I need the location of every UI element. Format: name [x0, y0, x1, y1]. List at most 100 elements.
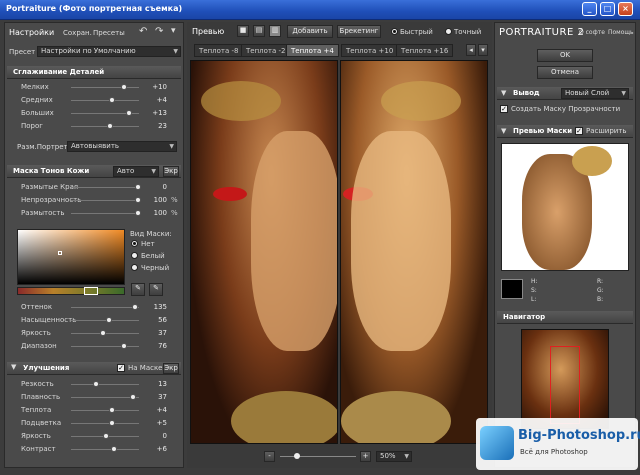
skin-color-picker[interactable]	[17, 229, 125, 285]
tab-next-icon[interactable]: ▾	[478, 44, 488, 56]
slider-track[interactable]	[71, 346, 139, 347]
portrait-size-select[interactable]: Автовыявить ▼	[67, 141, 177, 152]
hue-range-marker[interactable]	[84, 287, 98, 295]
slider-value[interactable]: 76	[143, 342, 167, 350]
about-link[interactable]: О софте	[579, 29, 605, 36]
slider-track[interactable]	[71, 307, 139, 308]
collapse-triangle-icon[interactable]: ▼	[501, 127, 506, 135]
slider-track[interactable]	[71, 397, 139, 398]
slider-knob[interactable]	[135, 197, 141, 203]
preset-select[interactable]: Настройки по Умолчанию ▼	[37, 46, 181, 57]
slider-value[interactable]: +4	[143, 406, 167, 414]
redo-icon[interactable]: ↷	[155, 26, 163, 37]
eyedropper-minus-icon[interactable]: ✎	[149, 283, 163, 296]
slider-knob[interactable]	[129, 394, 136, 400]
ok-button[interactable]: OK	[537, 49, 593, 62]
preview-image-after[interactable]	[340, 60, 488, 444]
preview-image-before[interactable]	[190, 60, 338, 444]
zoom-slider[interactable]	[280, 456, 356, 457]
zoom-select[interactable]: 50% ▼	[376, 451, 412, 462]
tab-preview-2[interactable]: Теплота +4	[286, 44, 339, 57]
mask-preview-image[interactable]	[501, 143, 629, 271]
slider-value[interactable]: +10	[143, 83, 167, 91]
slider-value[interactable]: 100	[143, 196, 167, 204]
minimize-button[interactable]: _	[582, 2, 597, 16]
create-mask-checkbox[interactable]: ✓	[500, 105, 508, 113]
single-view-icon[interactable]: ■	[237, 25, 249, 37]
slider-value[interactable]: +6	[143, 445, 167, 453]
tab-prev-icon[interactable]: ◂	[466, 44, 476, 56]
collapse-triangle-icon[interactable]: ▼	[11, 363, 16, 371]
slider-value[interactable]: 37	[143, 329, 167, 337]
menu-chevron-icon[interactable]: ▾	[171, 26, 176, 36]
collapse-triangle-icon[interactable]: ▼	[501, 89, 506, 97]
slider-value[interactable]: 0	[143, 183, 167, 191]
slider-value[interactable]: 37	[143, 393, 167, 401]
add-button[interactable]: Добавить	[287, 25, 333, 38]
zoom-slider-knob[interactable]	[294, 453, 300, 459]
navigator-viewport[interactable]	[550, 346, 580, 424]
slider-value[interactable]: 135	[143, 303, 167, 311]
cancel-button[interactable]: Отмена	[537, 66, 593, 79]
expand-checkbox[interactable]: ✓	[575, 127, 583, 135]
close-button[interactable]: ×	[618, 2, 633, 16]
slider-value[interactable]: 100	[143, 209, 167, 217]
slider-knob[interactable]	[109, 407, 116, 413]
side-by-side-icon[interactable]: ▥	[269, 25, 281, 37]
slider-track[interactable]	[71, 187, 139, 188]
slider-knob[interactable]	[135, 210, 141, 216]
slider-value[interactable]: 23	[143, 122, 167, 130]
zoom-out-button[interactable]: -	[264, 451, 275, 462]
slider-track[interactable]	[71, 213, 139, 214]
slider-value[interactable]: +5	[143, 419, 167, 427]
undo-icon[interactable]: ↶	[139, 26, 147, 37]
mask-view-radio[interactable]	[131, 252, 138, 259]
slider-knob[interactable]	[109, 97, 116, 103]
bracket-button[interactable]: Брекетинг	[337, 25, 381, 38]
zoom-in-button[interactable]: +	[360, 451, 371, 462]
slider-value[interactable]: 0	[143, 432, 167, 440]
slider-knob[interactable]	[110, 446, 117, 452]
on-mask-checkbox[interactable]: ✓	[117, 364, 125, 372]
hue-range-bar[interactable]	[17, 287, 125, 295]
slider-knob[interactable]	[135, 184, 141, 190]
slider-value[interactable]: +13	[143, 109, 167, 117]
slider-track[interactable]	[71, 410, 139, 411]
skin-mask-show-button[interactable]: Экр	[163, 166, 179, 177]
tab-preview-4[interactable]: Теплота +16	[396, 44, 454, 57]
slider-track[interactable]	[71, 449, 139, 450]
presets-button[interactable]: Пресеты	[93, 29, 125, 37]
slider-knob[interactable]	[103, 433, 109, 439]
slider-knob[interactable]	[109, 420, 116, 426]
enhance-show-button[interactable]: Экр	[163, 363, 179, 374]
slider-track[interactable]	[71, 200, 139, 201]
slider-knob[interactable]	[99, 330, 106, 336]
slider-knob[interactable]	[126, 110, 133, 116]
exact-radio[interactable]	[445, 28, 452, 35]
slider-knob[interactable]	[93, 381, 100, 387]
slider-track[interactable]	[71, 320, 139, 321]
slider-knob[interactable]	[106, 317, 113, 323]
slider-track[interactable]	[71, 126, 139, 127]
navigator-thumbnail[interactable]	[521, 329, 609, 429]
color-picker-marker[interactable]	[58, 251, 62, 255]
slider-value[interactable]: 56	[143, 316, 167, 324]
slider-track[interactable]	[71, 87, 139, 88]
slider-track[interactable]	[71, 100, 139, 101]
split-view-icon[interactable]: ▤	[253, 25, 265, 37]
tab-preview-0[interactable]: Теплота -8	[194, 44, 244, 57]
mask-view-radio[interactable]	[131, 264, 138, 271]
save-button[interactable]: Сохран.	[63, 29, 92, 37]
output-mode-select[interactable]: Новый Слой ▼	[561, 88, 629, 99]
mask-view-radio[interactable]	[131, 240, 138, 247]
skin-mask-mode-select[interactable]: Авто ▼	[113, 166, 159, 177]
slider-value[interactable]: +4	[143, 96, 167, 104]
slider-value[interactable]: 13	[143, 380, 167, 388]
tab-preview-3[interactable]: Теплота +10	[341, 44, 399, 57]
slider-knob[interactable]	[120, 343, 127, 349]
fast-radio[interactable]	[391, 28, 398, 35]
slider-track[interactable]	[71, 423, 139, 424]
tab-preview-1[interactable]: Теплота -2	[241, 44, 291, 57]
maximize-button[interactable]: □	[600, 2, 615, 16]
slider-knob[interactable]	[107, 123, 114, 129]
